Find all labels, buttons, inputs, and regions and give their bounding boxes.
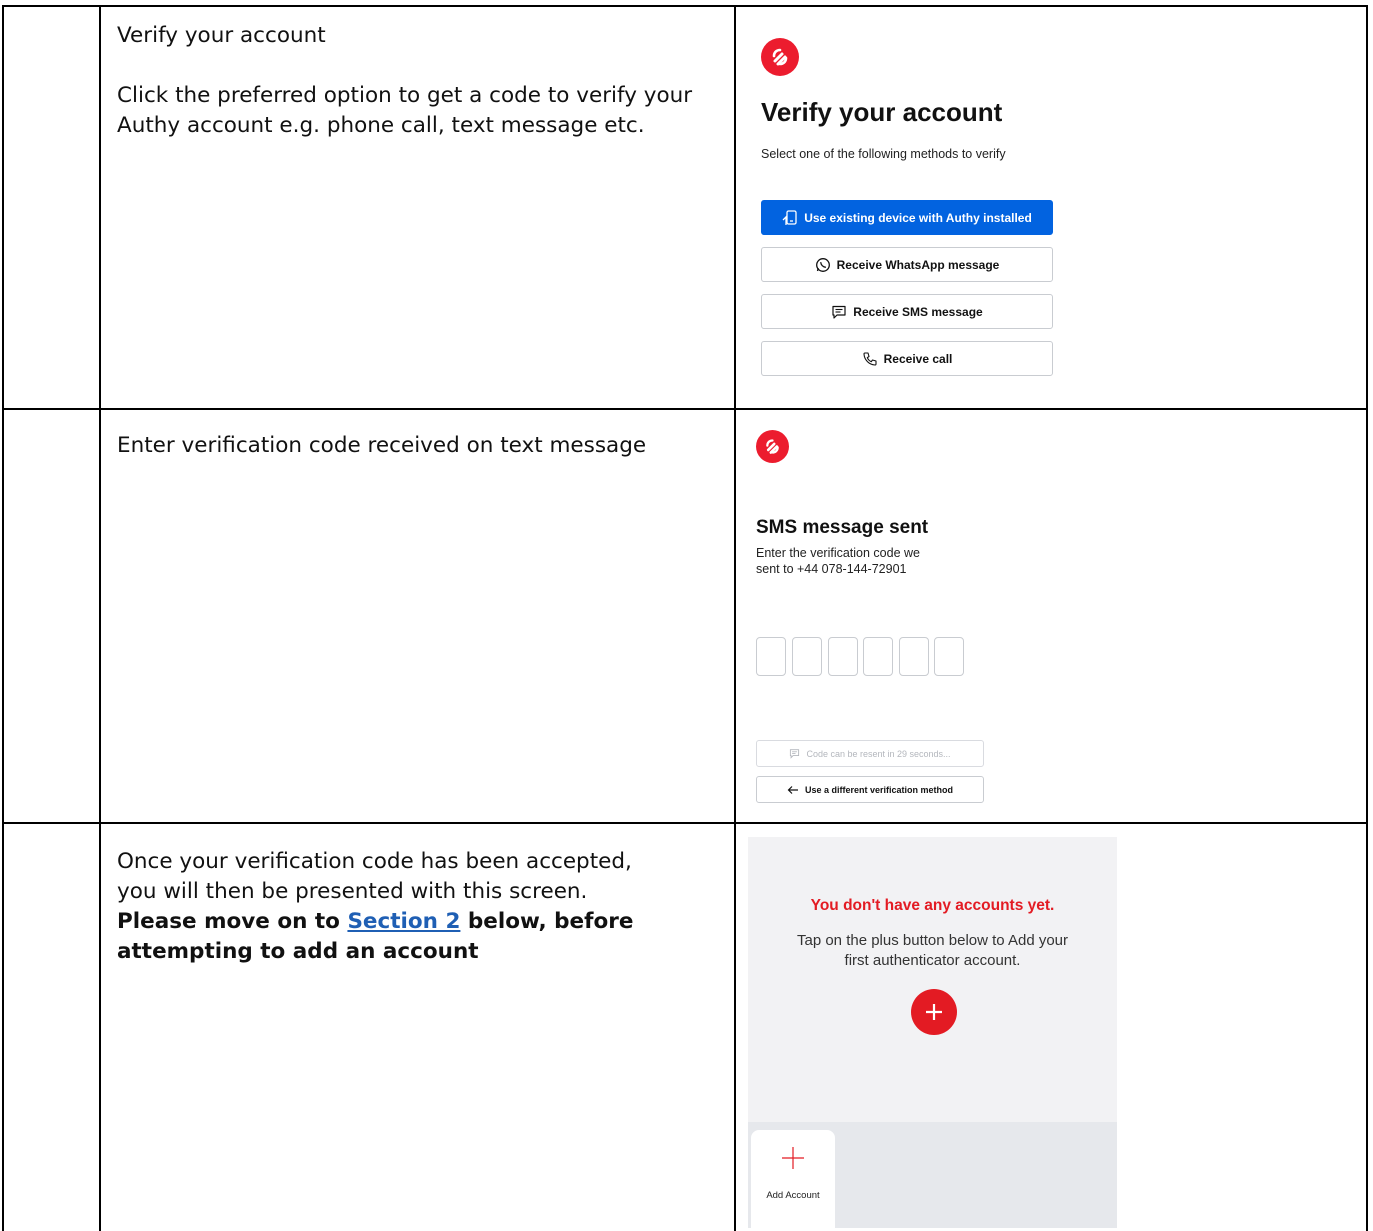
table-border-top	[2, 5, 1368, 7]
verify-subtitle: Select one of the following methods to v…	[761, 147, 1006, 161]
row1-instruction-body: Click the preferred option to get a code…	[117, 83, 693, 138]
row2-instruction-title: Enter verification code received on text…	[117, 433, 647, 458]
plus-icon	[782, 1147, 804, 1169]
authy-logo-icon	[756, 430, 789, 463]
code-digit-input-2[interactable]	[792, 637, 822, 676]
sms-icon	[789, 748, 800, 759]
row3-instructions: Once your verification code has been acc…	[117, 847, 717, 967]
row3-instruction-line2: you will then be presented with this scr…	[117, 879, 588, 904]
code-digit-input-3[interactable]	[828, 637, 858, 676]
bold-prefix: Please move on to	[117, 909, 348, 934]
table-column-divider-2	[734, 5, 736, 1231]
resend-code-button[interactable]: Code can be resent in 29 seconds...	[756, 740, 984, 767]
code-digit-input-1[interactable]	[756, 637, 786, 676]
receive-whatsapp-label: Receive WhatsApp message	[836, 257, 1000, 272]
table-column-divider-1	[99, 5, 101, 1231]
row3-bold-line1: Please move on to Section 2 below, befor…	[117, 907, 717, 937]
code-digit-input-5[interactable]	[899, 637, 929, 676]
table-border-left	[2, 5, 4, 1231]
receive-call-label: Receive call	[883, 351, 953, 366]
add-account-plus-button[interactable]	[911, 989, 957, 1035]
resend-code-label: Code can be resent in 29 seconds...	[806, 748, 951, 759]
receive-call-button[interactable]: Receive call	[761, 341, 1053, 376]
section-2-link[interactable]: Section 2	[347, 909, 460, 934]
row1-instruction-title: Verify your account	[117, 23, 326, 48]
table-row-divider-1	[2, 408, 1368, 410]
code-digit-input-4[interactable]	[863, 637, 893, 676]
sms-sent-title: SMS message sent	[756, 517, 929, 538]
arrow-left-icon	[787, 785, 799, 795]
sms-icon	[831, 304, 847, 320]
row3-bold-line2: attempting to add an account	[117, 939, 479, 964]
device-icon	[782, 209, 798, 226]
table-row-divider-2	[2, 822, 1368, 824]
add-account-label: Add Account	[766, 1190, 820, 1201]
use-existing-device-label: Use existing device with Authy installed	[804, 210, 1032, 225]
row3-instruction-line1: Once your verification code has been acc…	[117, 849, 632, 874]
receive-sms-button[interactable]: Receive SMS message	[761, 294, 1053, 329]
empty-accounts-body-line2: first authenticator account.	[844, 952, 1021, 969]
sms-sent-subtitle-line1: Enter the verification code we	[756, 546, 920, 560]
row2-instructions: Enter verification code received on text…	[117, 431, 717, 461]
different-method-button[interactable]: Use a different verification method	[756, 776, 984, 803]
use-existing-device-button[interactable]: Use existing device with Authy installed	[761, 200, 1053, 235]
row1-instructions: Verify your account Click the preferred …	[117, 21, 717, 141]
table-border-right	[1366, 5, 1368, 1231]
whatsapp-icon	[815, 257, 831, 273]
add-account-tile[interactable]: Add Account	[751, 1130, 835, 1228]
empty-accounts-body-line1: Tap on the plus button below to Add your	[796, 932, 1069, 949]
phone-icon	[862, 351, 878, 367]
empty-accounts-title: You don't have any accounts yet.	[810, 897, 1055, 914]
different-method-label: Use a different verification method	[804, 784, 954, 795]
receive-sms-label: Receive SMS message	[853, 304, 983, 319]
bold-suffix: below, before	[460, 909, 634, 934]
authy-logo-icon	[761, 38, 799, 76]
plus-icon	[926, 1004, 942, 1020]
receive-whatsapp-button[interactable]: Receive WhatsApp message	[761, 247, 1053, 282]
verify-title: Verify your account	[761, 97, 1003, 127]
sms-sent-subtitle-line2: sent to +44 078-144-72901	[756, 562, 907, 576]
code-digit-input-6[interactable]	[934, 637, 964, 676]
